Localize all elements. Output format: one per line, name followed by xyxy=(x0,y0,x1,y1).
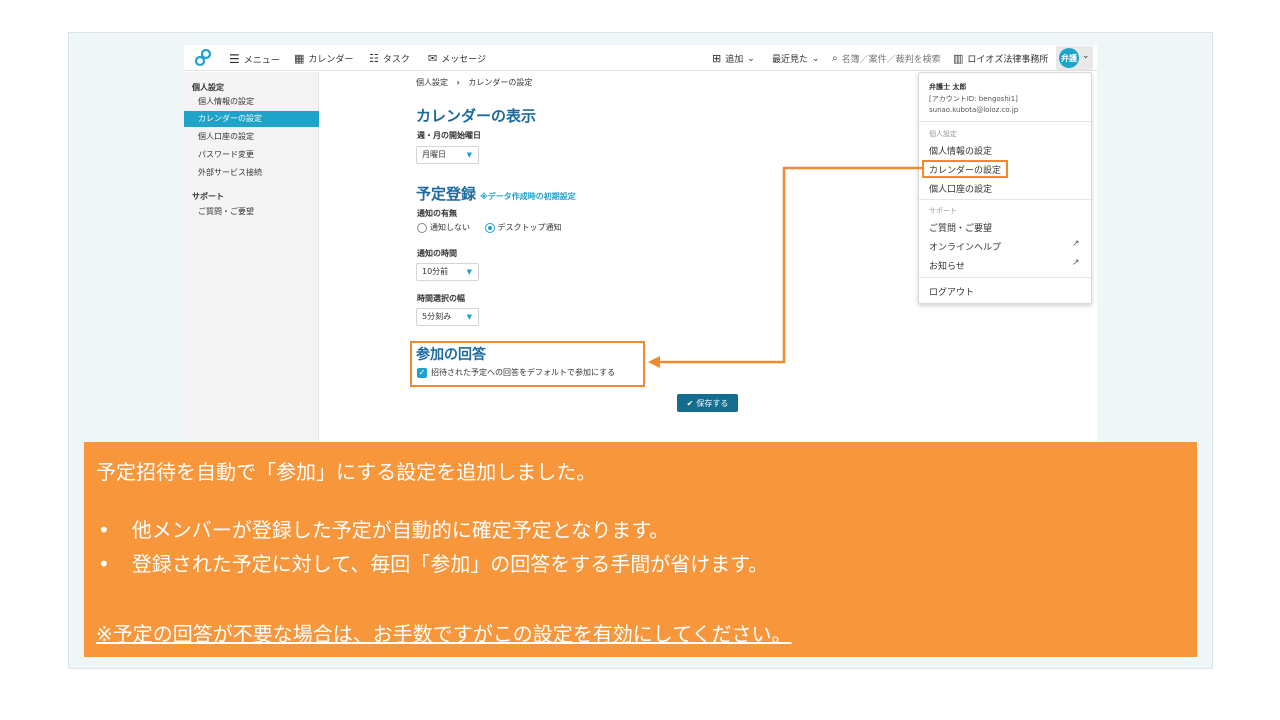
caret-down-icon: ▼ xyxy=(466,268,472,276)
building-icon: ▥ xyxy=(953,52,964,65)
check-icon: ✔ xyxy=(686,398,694,408)
logo-icon[interactable] xyxy=(194,48,214,68)
menu-account-id: [アカウントID: bengoshi1] xyxy=(929,95,1018,103)
menu-user-name: 弁護士 太郎 xyxy=(929,83,967,91)
callout-note: ※予定の回答が不要な場合は、お手数ですがこの設定を有効にしてください。 xyxy=(96,622,792,646)
notify-label: 通知の有無 xyxy=(417,209,457,218)
office-name[interactable]: ▥ ロイオズ法律事務所 xyxy=(953,52,1048,65)
week-start-select[interactable]: 月曜日 ▼ xyxy=(416,146,479,164)
breadcrumb: 個人設定 › カレンダーの設定 xyxy=(416,77,532,88)
notify-none-radio[interactable]: 通知しない xyxy=(417,222,470,233)
plus-box-icon: ⊞ xyxy=(712,52,722,65)
caret-down-icon: ▼ xyxy=(466,313,472,321)
schedule-note: ※データ作成時の初期設定 xyxy=(480,192,576,201)
menu-item-account-settings[interactable]: 個人口座の設定 xyxy=(929,182,992,195)
menu-divider xyxy=(919,199,1091,200)
avatar[interactable]: 弁護 xyxy=(1059,48,1079,68)
callout-title: 予定招待を自動で「参加」にする設定を追加しました。 xyxy=(96,460,597,484)
sidebar-item-personal-info[interactable]: 個人情報の設定 xyxy=(198,96,254,107)
arrow-connector xyxy=(648,166,922,368)
external-link-icon: ↗ xyxy=(1072,239,1080,249)
message-button[interactable]: ✉ メッセージ xyxy=(428,52,486,65)
save-button[interactable]: ✔ 保存する xyxy=(677,394,738,412)
highlight-menu-calendar xyxy=(922,160,1008,178)
sidebar-item-external[interactable]: 外部サービス接続 xyxy=(198,167,262,178)
menu-header-support: サポート xyxy=(929,207,957,215)
section-schedule-title: 予定登録 ※データ作成時の初期設定 xyxy=(416,185,576,203)
sidebar-item-account[interactable]: 個人口座の設定 xyxy=(198,131,254,142)
breadcrumb-root[interactable]: 個人設定 xyxy=(416,78,448,87)
section-display-title: カレンダーの表示 xyxy=(416,107,537,125)
mail-icon: ✉ xyxy=(428,52,438,65)
recent-button[interactable]: 最近見た ⌄ xyxy=(772,52,820,66)
caret-down-icon: ▼ xyxy=(466,151,472,159)
menu-item-news[interactable]: お知らせ xyxy=(929,259,965,272)
time-step-label: 時間選択の幅 xyxy=(417,294,465,303)
menu-divider xyxy=(919,121,1091,122)
menu-item-online-help[interactable]: オンラインヘルプ xyxy=(929,240,1001,253)
search-input[interactable]: ⌕ 名簿／案件／裁判を検索 xyxy=(832,52,941,65)
radio-selected-icon xyxy=(484,222,495,233)
sidebar-item-faq[interactable]: ご質問・ご要望 xyxy=(198,206,254,217)
sidebar-header-personal: 個人設定 xyxy=(192,83,224,92)
task-button[interactable]: ☷ タスク xyxy=(369,52,410,65)
chevron-down-icon[interactable]: ⌄ xyxy=(1082,51,1090,61)
sidebar-header-support: サポート xyxy=(192,192,224,201)
callout-bullet-2: • 登録された予定に対して、毎回「参加」の回答をする手間が省けます。 xyxy=(98,552,769,576)
callout-bullet-1: • 他メンバーが登録した予定が自動的に確定予定となります。 xyxy=(98,518,670,542)
week-start-label: 週・月の開始曜日 xyxy=(417,131,481,140)
external-link-icon: ↗ xyxy=(1072,258,1080,268)
menu-header-personal: 個人設定 xyxy=(929,130,957,138)
notify-time-select[interactable]: 10分前 ▼ xyxy=(416,263,479,281)
menu-item-logout[interactable]: ログアウト xyxy=(929,285,974,298)
account-dropdown-menu: 弁護士 太郎 [アカウントID: bengoshi1] sunao.kubota… xyxy=(918,72,1092,304)
slide: ☰ メニュー ▦ カレンダー ☷ タスク ✉ メッセージ ⊞ 追加 ⌄ 最近見た xyxy=(0,0,1280,720)
time-step-select[interactable]: 5分刻み ▼ xyxy=(416,308,479,326)
menu-item-faq[interactable]: ご質問・ご要望 xyxy=(929,221,992,234)
sidebar-item-password[interactable]: パスワード変更 xyxy=(198,149,254,160)
chevron-down-icon: ⌄ xyxy=(747,53,755,64)
sidebar: 個人設定 個人情報の設定 カレンダーの設定 個人口座の設定 パスワード変更 外部… xyxy=(184,72,319,442)
announcement-callout: 予定招待を自動で「参加」にする設定を追加しました。 • 他メンバーが登録した予定が… xyxy=(84,442,1197,657)
calendar-icon: ▦ xyxy=(294,52,305,65)
notify-radio-group: 通知しない デスクトップ通知 xyxy=(417,222,562,233)
calendar-button[interactable]: ▦ カレンダー xyxy=(294,52,353,65)
list-icon: ☷ xyxy=(369,52,379,65)
search-icon: ⌕ xyxy=(832,53,838,64)
hamburger-icon: ☰ xyxy=(229,52,240,66)
breadcrumb-current: カレンダーの設定 xyxy=(468,78,533,87)
add-button[interactable]: ⊞ 追加 ⌄ xyxy=(712,52,755,65)
sidebar-item-calendar-settings[interactable]: カレンダーの設定 xyxy=(184,111,319,127)
breadcrumb-separator: › xyxy=(456,78,460,87)
menu-item-personal-info[interactable]: 個人情報の設定 xyxy=(929,144,992,157)
radio-icon xyxy=(417,222,427,233)
chevron-down-icon: ⌄ xyxy=(812,53,820,64)
top-bar: ☰ メニュー ▦ カレンダー ☷ タスク ✉ メッセージ ⊞ 追加 ⌄ 最近見た xyxy=(184,45,1097,71)
notify-time-label: 通知の時間 xyxy=(417,249,457,258)
highlight-attend-section xyxy=(410,341,645,387)
notify-desktop-radio[interactable]: デスクトップ通知 xyxy=(484,222,562,233)
menu-email: sunao.kubota@loioz.co.jp xyxy=(929,106,1019,114)
menu-button[interactable]: ☰ メニュー xyxy=(229,52,280,66)
menu-divider xyxy=(919,277,1091,278)
